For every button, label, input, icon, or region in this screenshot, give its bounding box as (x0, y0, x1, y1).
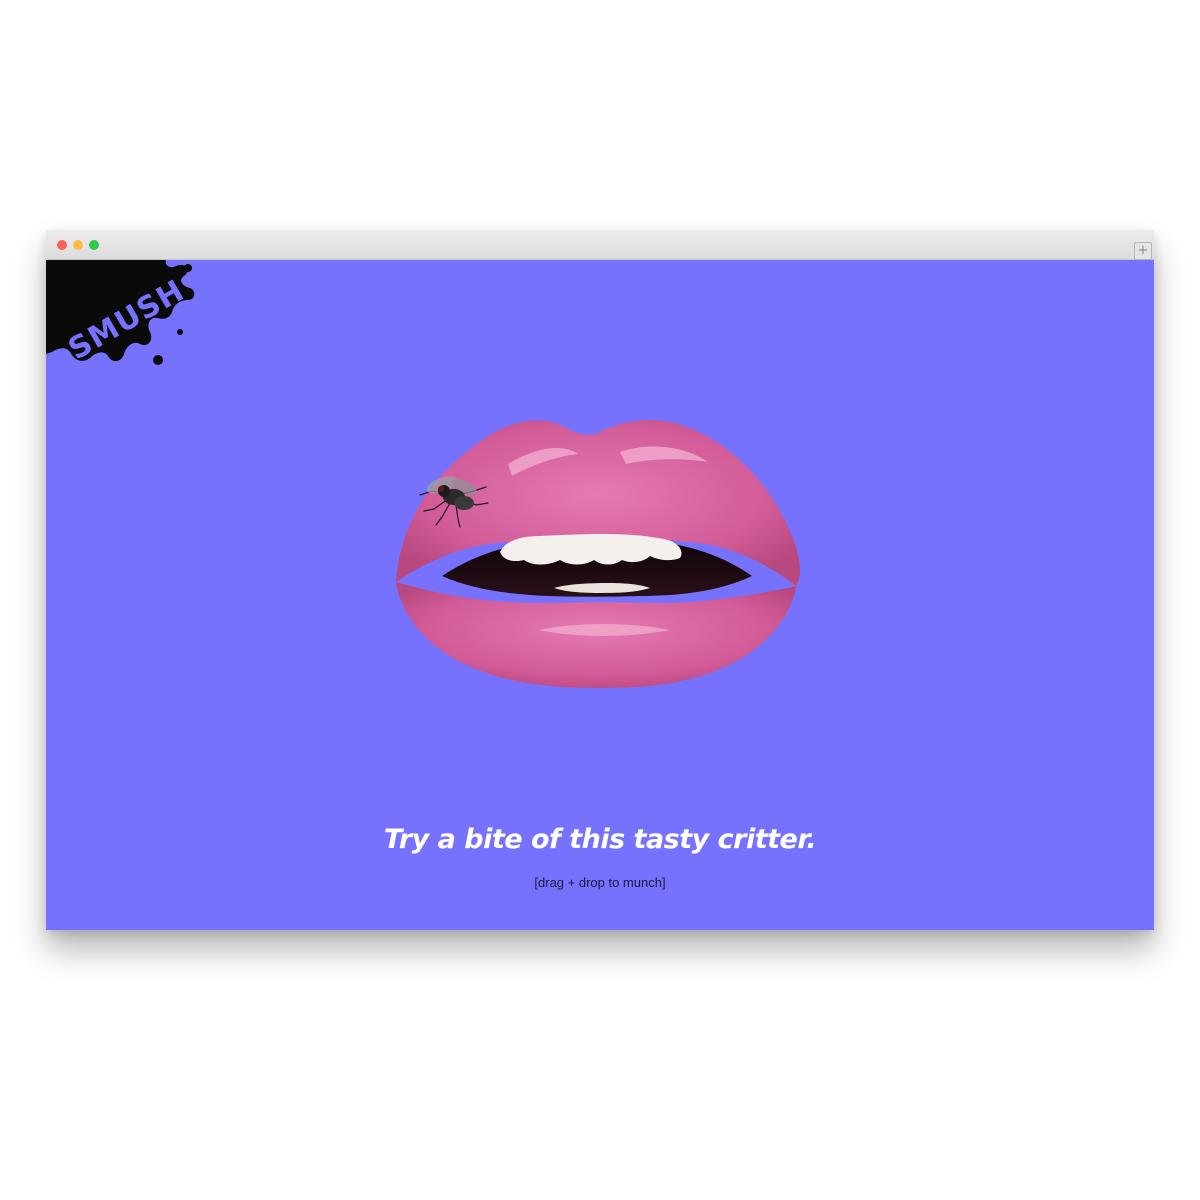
smush-logo[interactable]: SMUSH (46, 260, 196, 370)
window-titlebar: + (46, 230, 1154, 260)
page-viewport: SMUSH Try a bite of this tasty critter. … (46, 260, 1154, 930)
splat-drop (153, 355, 163, 365)
fly-icon[interactable] (414, 465, 492, 529)
drag-hint: [drag + drop to munch] (534, 875, 666, 890)
fly-eye (438, 486, 444, 492)
minimize-window-button[interactable] (73, 240, 83, 250)
zoom-window-button[interactable] (89, 240, 99, 250)
fly-abdomen (454, 496, 474, 510)
splat-drop (184, 264, 192, 272)
headline: Try a bite of this tasty critter. (383, 824, 817, 855)
browser-window: + SMUSH Try a bite of this tasty critter… (46, 230, 1154, 930)
close-window-button[interactable] (57, 240, 67, 250)
lips-image (396, 420, 801, 688)
new-tab-button[interactable]: + (1134, 242, 1152, 260)
splat-drop (177, 329, 183, 335)
